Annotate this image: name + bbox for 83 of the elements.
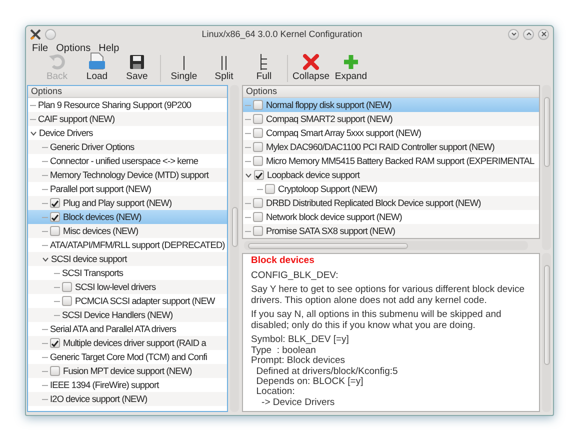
help-detail-line: Symbol: BLK_DEV [=y]: [251, 335, 350, 346]
tree-item[interactable]: CAIF support (NEW): [28, 112, 227, 126]
maximize-button[interactable]: [523, 28, 534, 40]
tree-item[interactable]: Plug and Play support (NEW): [28, 196, 227, 210]
checkbox[interactable]: [62, 282, 72, 292]
tree-item[interactable]: Memory Technology Device (MTD) support: [28, 168, 227, 182]
vertical-scrollbar[interactable]: [542, 253, 551, 412]
checkbox[interactable]: [62, 296, 72, 306]
help-detail-line: Defined at drivers/block/Kconfig:5: [255, 366, 399, 377]
tree-item[interactable]: Generic Driver Options: [28, 140, 227, 154]
chevron-down-icon[interactable]: [42, 256, 49, 262]
help-detail-line: Location:: [255, 387, 296, 398]
help-detail-line: -> Device Drivers: [260, 398, 336, 408]
checkbox[interactable]: [50, 226, 60, 236]
toolbar-button[interactable]: Expand: [331, 55, 371, 82]
checkbox[interactable]: [50, 366, 60, 376]
minimize-button[interactable]: [508, 28, 519, 40]
help-detail-line: Type : boolean: [251, 346, 317, 356]
check-icon: [51, 340, 59, 346]
vertical-scrollbar[interactable]: [542, 85, 551, 250]
help-paragraph: CONFIG_BLK_DEV:: [251, 271, 340, 282]
chevron-down-icon[interactable]: [30, 130, 37, 136]
help-paragraph: If you say N, all options in this submenu will be skipped and disabled; only do this if you know what you are doing.: [251, 310, 502, 332]
close-button[interactable]: [538, 28, 549, 40]
single-bar-icon: [182, 56, 186, 70]
checkbox[interactable]: [253, 198, 263, 208]
chevron-up-icon: [526, 31, 532, 37]
help-paragraph: Say Y here to get to see options for various different block device drivers. This option alone does not add any kernel code.: [251, 285, 526, 306]
menu-item[interactable]: File: [30, 42, 50, 54]
chevron-down-icon: [510, 31, 516, 37]
tools-icon: [30, 28, 41, 40]
horizontal-scrollbar[interactable]: [244, 241, 528, 250]
vertical-scrollbar[interactable]: [230, 85, 239, 412]
column-header: Options: [243, 86, 539, 98]
checkbox[interactable]: [253, 114, 263, 124]
checkbox[interactable]: [50, 212, 60, 222]
checkbox[interactable]: [253, 156, 263, 166]
tree-item[interactable]: SCSI Device Handlers (NEW): [28, 308, 227, 322]
checkbox[interactable]: [50, 338, 60, 348]
tree-item[interactable]: SCSI device support: [28, 252, 227, 266]
tree-item[interactable]: Promise SATA SX8 support (NEW): [243, 224, 539, 238]
menu-item[interactable]: Help: [96, 42, 122, 54]
tree-item[interactable]: I2O device support (NEW): [28, 392, 227, 406]
column-header: Options: [28, 86, 227, 98]
tree-item[interactable]: SCSI low-level drivers: [28, 280, 227, 294]
checkbox[interactable]: [253, 226, 263, 236]
tree-item[interactable]: DRBD Distributed Replicated Block Device support (NEW): [243, 196, 539, 210]
tree-lines-icon: [260, 54, 268, 70]
checkbox[interactable]: [253, 142, 263, 152]
toolbar-button[interactable]: Save: [117, 55, 157, 82]
tree-item[interactable]: Misc devices (NEW): [28, 224, 227, 238]
chevron-down-icon[interactable]: [245, 172, 252, 178]
checkbox[interactable]: [50, 198, 60, 208]
window-menu-button[interactable]: [45, 28, 56, 40]
check-icon: [255, 172, 263, 178]
help-detail-line: Depends on: BLOCK [=y]: [255, 376, 364, 387]
cross-icon: [303, 54, 319, 70]
checkbox[interactable]: [253, 128, 263, 138]
close-icon: [540, 31, 546, 37]
double-bar-icon: [220, 56, 228, 70]
help-title: Block devices: [251, 255, 316, 266]
help-detail-line: Prompt: Block devices: [251, 356, 346, 366]
plus-icon: [343, 54, 359, 70]
tree-item[interactable]: Fusion MPT device support (NEW): [28, 364, 227, 378]
tree-item[interactable]: Mylex DAC960/DAC1100 PCI RAID Controller support (NEW): [243, 140, 539, 154]
window-title: Linux/x86_64 3.0.0 Kernel Configuration: [200, 29, 364, 39]
checkbox[interactable]: [265, 184, 275, 194]
toolbar-button[interactable]: Load: [77, 55, 117, 82]
document-icon: [88, 52, 106, 70]
tree-item[interactable]: Multiple devices driver support (RAID a: [28, 336, 227, 350]
tree-item[interactable]: Loopback device support: [243, 168, 539, 182]
checkbox[interactable]: [253, 100, 263, 110]
menu-item[interactable]: Options: [54, 42, 93, 54]
tree-item[interactable]: Block devices (NEW): [28, 210, 227, 224]
tree-item[interactable]: Compaq SMART2 support (NEW): [243, 112, 539, 126]
toolbar-button[interactable]: Collapse: [291, 55, 331, 82]
back-arrow-icon: [48, 54, 66, 70]
toolbar-button[interactable]: Full: [244, 55, 284, 82]
toolbar-button[interactable]: Split: [204, 55, 244, 82]
checkbox[interactable]: [253, 212, 263, 222]
tree-item[interactable]: Normal floppy disk support (NEW): [243, 98, 539, 112]
toolbar-button[interactable]: Single: [164, 55, 204, 82]
checkbox[interactable]: [254, 170, 264, 180]
